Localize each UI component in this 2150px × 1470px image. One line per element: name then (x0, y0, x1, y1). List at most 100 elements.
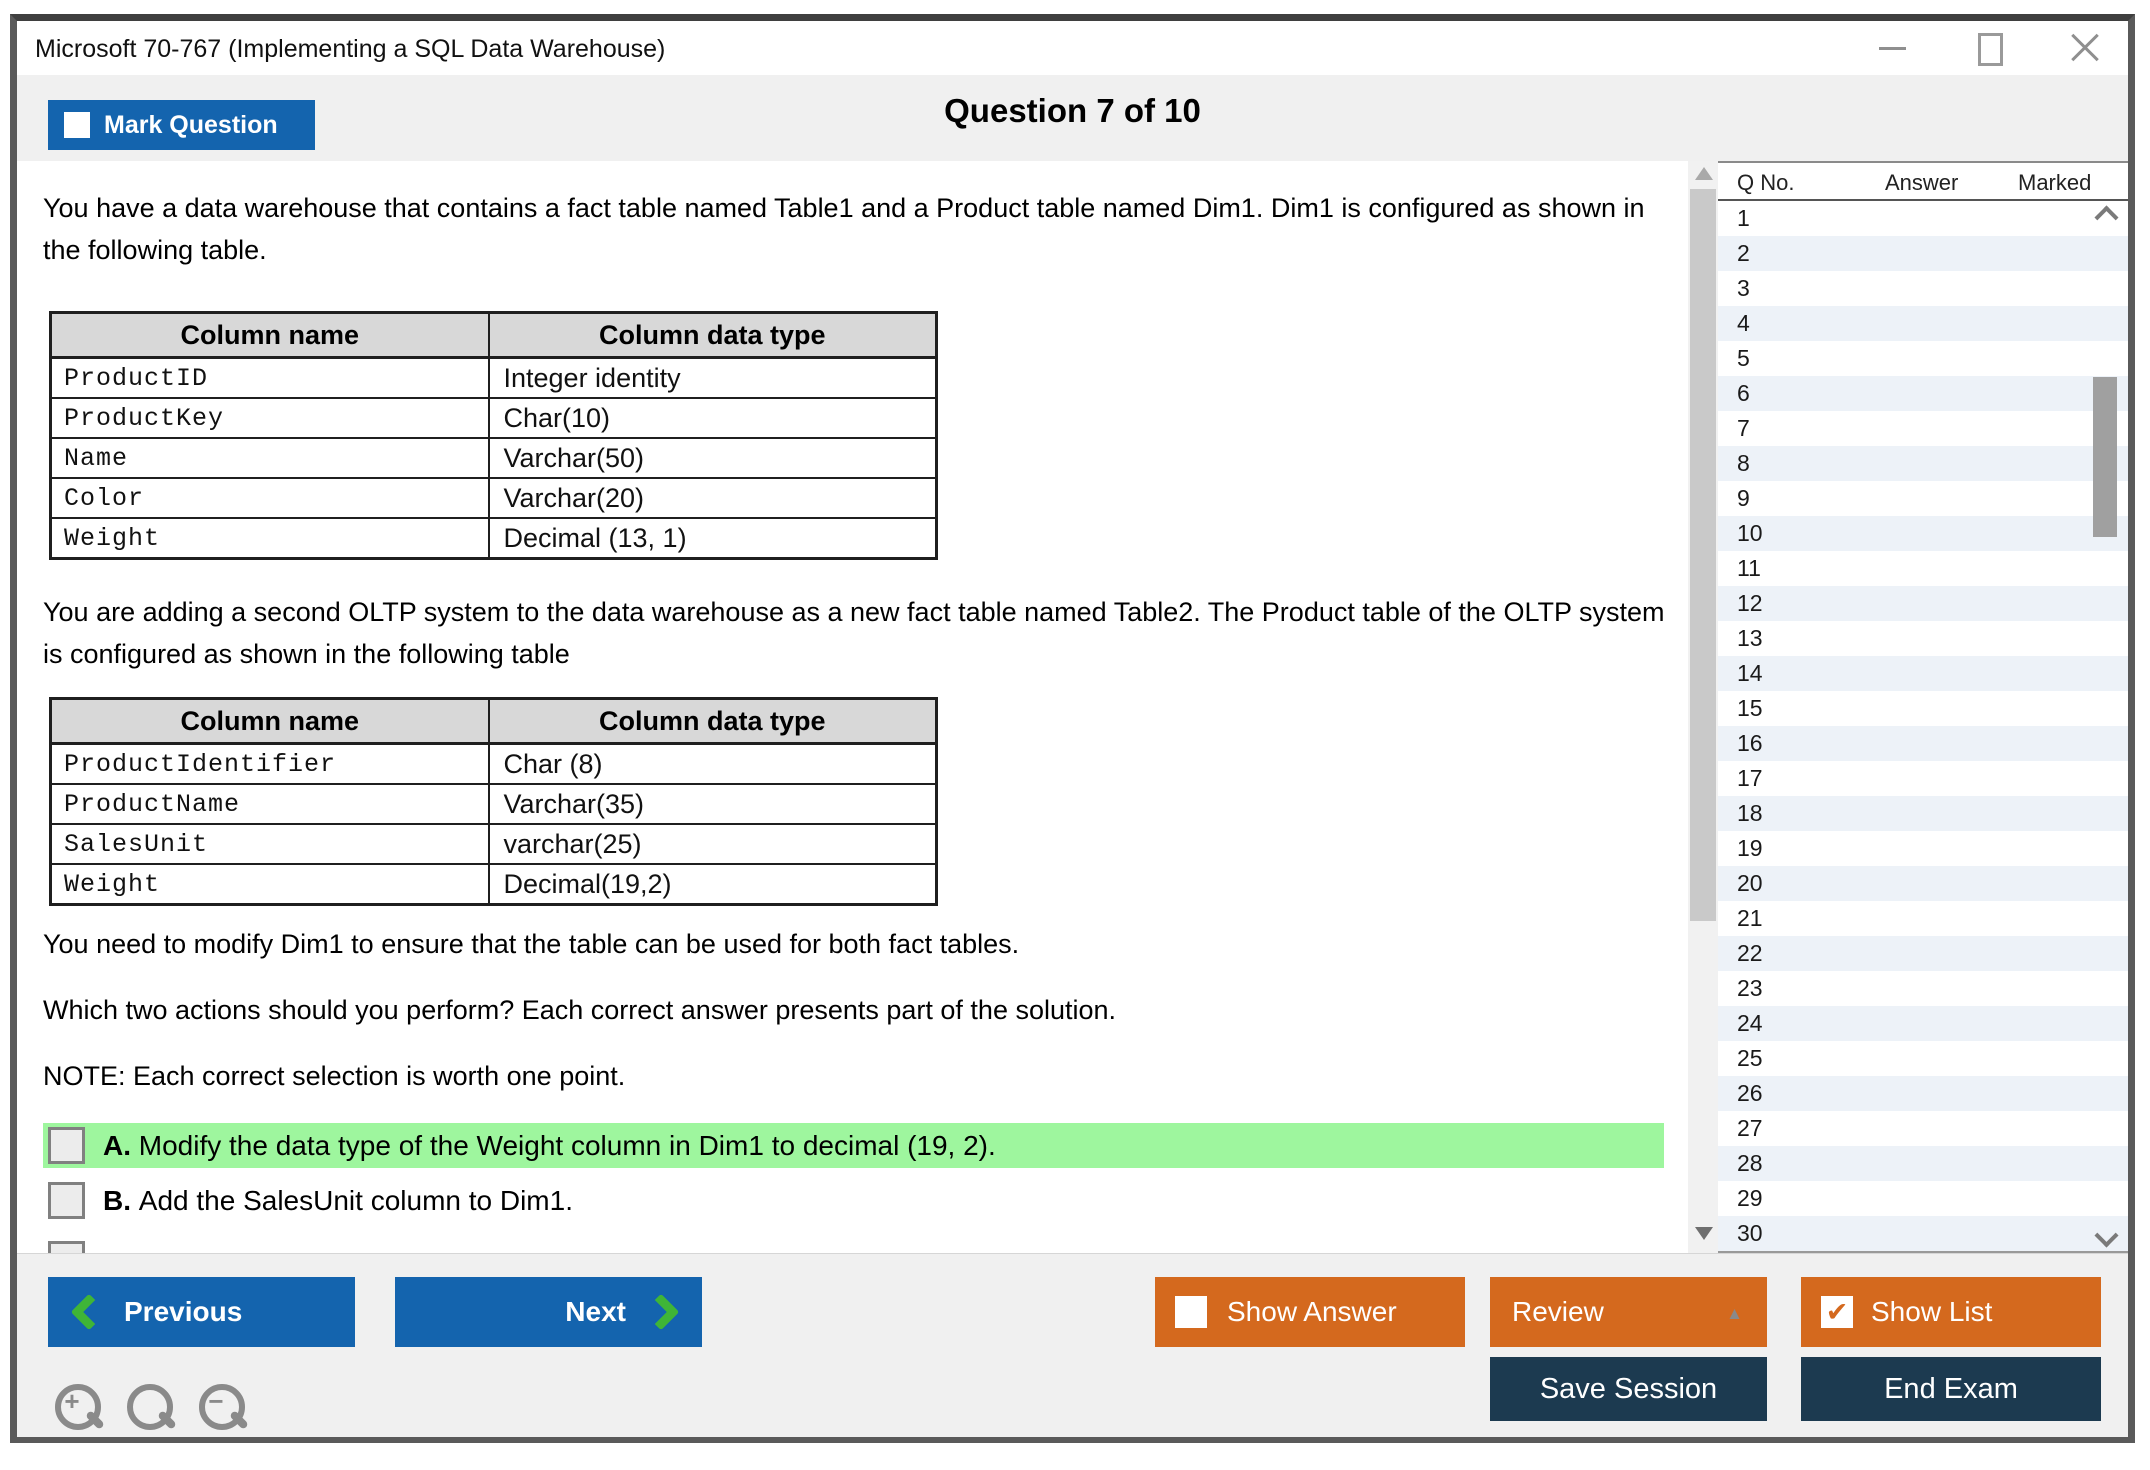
question-paragraph-4: Which two actions should you perform? Ea… (43, 989, 1116, 1031)
question-list-row[interactable]: 9 (1718, 481, 2128, 516)
scroll-down-icon[interactable] (1695, 1227, 1713, 1240)
question-list-row[interactable]: 22 (1718, 936, 2128, 971)
question-list-row[interactable]: 26 (1718, 1076, 2128, 1111)
question-list-row[interactable]: 20 (1718, 866, 2128, 901)
question-paragraph-1: You have a data warehouse that contains … (43, 187, 1677, 271)
option-row-a[interactable]: A. Modify the data type of the Weight co… (43, 1123, 1664, 1168)
question-list-row[interactable]: 5 (1718, 341, 2128, 376)
question-list-row[interactable]: 17 (1718, 761, 2128, 796)
table2-body: ProductIdentifierChar (8)ProductNameVarc… (51, 744, 937, 905)
question-note: NOTE: Each correct selection is worth on… (43, 1055, 625, 1097)
chevron-left-icon (71, 1294, 108, 1331)
answer-options: A. Modify the data type of the Weight co… (43, 1123, 1664, 1233)
table-row: NameVarchar(50) (51, 438, 937, 478)
end-exam-button[interactable]: End Exam (1801, 1357, 2101, 1421)
question-paragraph-3: You need to modify Dim1 to ensure that t… (43, 923, 1019, 965)
list-scroll-down-icon[interactable] (2094, 1223, 2118, 1247)
question-list-row[interactable]: 27 (1718, 1111, 2128, 1146)
question-list-row[interactable]: 21 (1718, 901, 2128, 936)
question-number: 22 (1737, 940, 1763, 967)
table2-header-column-data-type: Column data type (489, 699, 937, 744)
question-number: 1 (1737, 205, 1750, 232)
minimize-icon[interactable] (1876, 31, 1910, 65)
next-button[interactable]: Next (395, 1277, 702, 1347)
question-number: 16 (1737, 730, 1763, 757)
zoom-in-icon[interactable]: + (53, 1382, 109, 1440)
question-list-row[interactable]: 14 (1718, 656, 2128, 691)
question-number: 17 (1737, 765, 1763, 792)
option-row-b[interactable]: B. Add the SalesUnit column to Dim1. (43, 1178, 1664, 1223)
list-scrollbar-thumb[interactable] (2093, 377, 2117, 537)
table-row: ProductKeyChar(10) (51, 398, 937, 438)
table-row: ColorVarchar(20) (51, 478, 937, 518)
question-list-row[interactable]: 4 (1718, 306, 2128, 341)
previous-button[interactable]: Previous (48, 1277, 355, 1347)
question-number: 24 (1737, 1010, 1763, 1037)
column-data-type-cell: Char(10) (489, 398, 937, 438)
next-label: Next (565, 1296, 626, 1328)
question-list-row[interactable]: 7 (1718, 411, 2128, 446)
column-data-type-cell: Varchar(35) (489, 784, 937, 824)
question-list-row[interactable]: 10 (1718, 516, 2128, 551)
question-list-row[interactable]: 24 (1718, 1006, 2128, 1041)
column-data-type-cell: varchar(25) (489, 824, 937, 864)
list-scroll-up-icon[interactable] (2094, 205, 2118, 229)
show-list-checkbox[interactable]: ✔ (1821, 1296, 1853, 1328)
question-list-row[interactable]: 3 (1718, 271, 2128, 306)
show-list-button[interactable]: ✔ Show List (1801, 1277, 2101, 1347)
question-number: 8 (1737, 450, 1750, 477)
question-paragraph-2: You are adding a second OLTP system to t… (43, 591, 1677, 675)
column-name-cell: Weight (51, 864, 489, 905)
option-checkbox[interactable] (48, 1182, 85, 1219)
question-list-row[interactable]: 19 (1718, 831, 2128, 866)
window-controls (1876, 31, 2102, 65)
show-answer-checkbox[interactable] (1175, 1296, 1207, 1328)
question-list-scrollbar[interactable] (2090, 201, 2120, 1251)
question-number: 27 (1737, 1115, 1763, 1142)
show-list-label: Show List (1871, 1296, 1992, 1328)
triangle-up-icon: ▲ (1726, 1304, 1743, 1324)
column-header-marked: Marked (2018, 170, 2091, 196)
question-number: 14 (1737, 660, 1763, 687)
close-icon[interactable] (2068, 31, 2102, 65)
show-answer-button[interactable]: Show Answer (1155, 1277, 1465, 1347)
content-scrollbar-thumb[interactable] (1690, 189, 1716, 921)
question-list-row[interactable]: 28 (1718, 1146, 2128, 1181)
question-list-row[interactable]: 29 (1718, 1181, 2128, 1216)
question-list-row[interactable]: 30 (1718, 1216, 2128, 1251)
question-number: 25 (1737, 1045, 1763, 1072)
question-list-row[interactable]: 16 (1718, 726, 2128, 761)
question-number: 23 (1737, 975, 1763, 1002)
question-list-row[interactable]: 2 (1718, 236, 2128, 271)
zoom-reset-icon[interactable] (125, 1382, 181, 1440)
question-list-rows: 1234567891011121314151617181920212223242… (1718, 201, 2128, 1251)
question-list-row[interactable]: 23 (1718, 971, 2128, 1006)
column-data-type-cell: Decimal(19,2) (489, 864, 937, 905)
review-button[interactable]: Review ▲ (1490, 1277, 1767, 1347)
table1-header-column-data-type: Column data type (489, 313, 937, 358)
scroll-up-icon[interactable] (1695, 167, 1713, 180)
screenshot-page: Microsoft 70-767 (Implementing a SQL Dat… (0, 0, 2150, 1470)
question-list-row[interactable]: 25 (1718, 1041, 2128, 1076)
content-scrollbar[interactable] (1688, 161, 1718, 1253)
question-list-row[interactable]: 8 (1718, 446, 2128, 481)
question-number: 19 (1737, 835, 1763, 862)
save-session-button[interactable]: Save Session (1490, 1357, 1767, 1421)
table2-header-column-name: Column name (51, 699, 489, 744)
column-name-cell: SalesUnit (51, 824, 489, 864)
question-number: 30 (1737, 1220, 1763, 1247)
option-c-checkbox-partial[interactable] (48, 1241, 85, 1253)
question-number: 10 (1737, 520, 1763, 547)
table2-schema-table: Column name Column data type ProductIden… (49, 697, 938, 906)
table-row: SalesUnitvarchar(25) (51, 824, 937, 864)
zoom-out-icon[interactable]: − (197, 1382, 253, 1440)
question-list-row[interactable]: 1 (1718, 201, 2128, 236)
maximize-icon[interactable] (1972, 31, 2006, 65)
question-list-row[interactable]: 15 (1718, 691, 2128, 726)
question-list-row[interactable]: 18 (1718, 796, 2128, 831)
question-list-row[interactable]: 13 (1718, 621, 2128, 656)
question-list-row[interactable]: 12 (1718, 586, 2128, 621)
option-checkbox[interactable] (48, 1127, 85, 1164)
question-list-row[interactable]: 11 (1718, 551, 2128, 586)
question-list-row[interactable]: 6 (1718, 376, 2128, 411)
